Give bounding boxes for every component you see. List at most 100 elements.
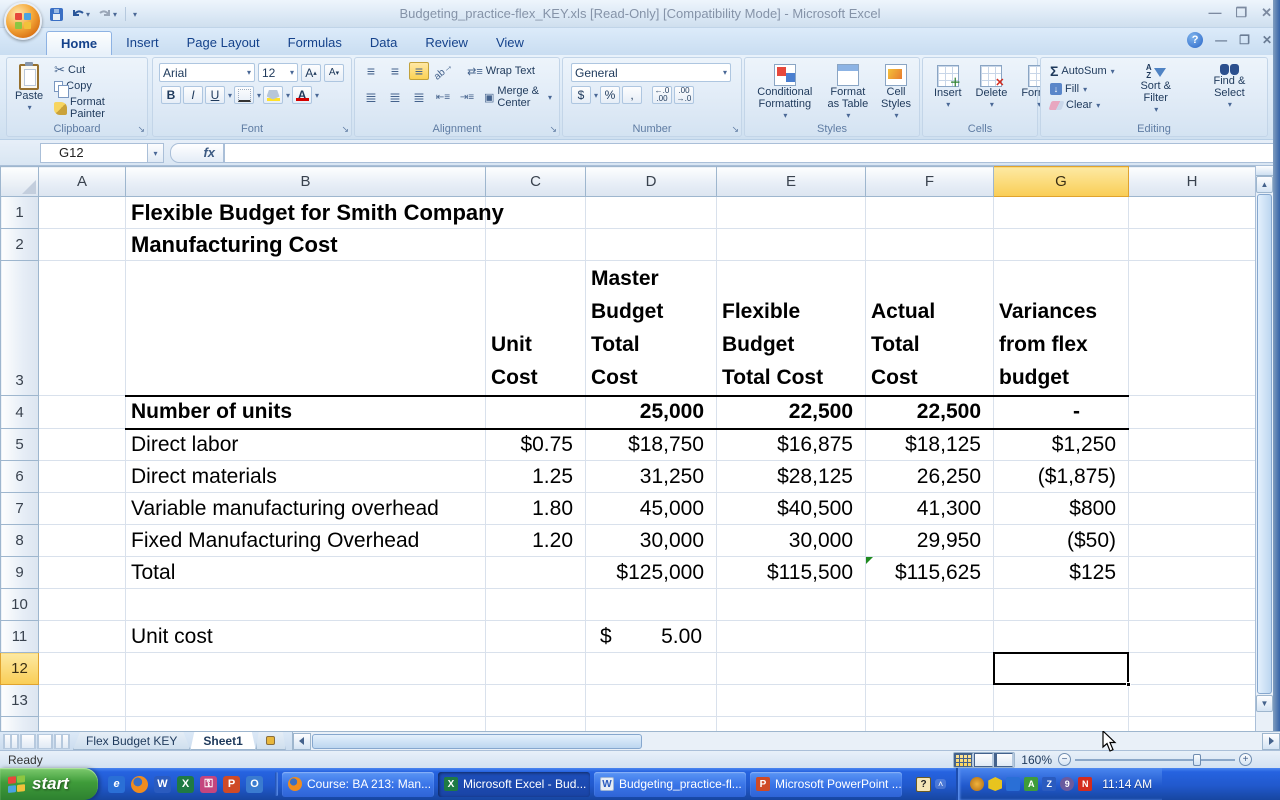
row-header-10[interactable]: 10 [1,589,39,621]
cell-C4[interactable] [486,396,586,429]
cell-F1[interactable] [866,197,994,229]
cell-A4[interactable] [39,396,126,429]
cell-B7[interactable]: Variable manufacturing overhead [126,493,486,525]
cell-B3[interactable] [126,261,486,396]
vertical-scrollbar[interactable]: ▲ ▼ [1255,166,1273,731]
horizontal-scrollbar[interactable] [292,732,1280,750]
cell-H10[interactable] [1129,589,1256,621]
zoom-track[interactable] [1075,759,1235,761]
cell-G5[interactable]: $1,250 [994,429,1129,461]
autosum-button[interactable]: ΣAutoSum▾ [1047,62,1118,80]
prev-sheet-button[interactable] [20,734,36,749]
page-break-view-button[interactable] [994,753,1014,767]
tray-icon-messenger[interactable] [970,777,984,791]
cell-C3[interactable]: Unit Cost [486,261,586,396]
internet-explorer-icon[interactable]: e [108,776,125,793]
tray-icon-n[interactable]: N [1078,777,1092,791]
cell-G6[interactable]: ($1,875) [994,461,1129,493]
row-header-2[interactable]: 2 [1,229,39,261]
cell-G14[interactable] [994,717,1129,732]
cell-A1[interactable] [39,197,126,229]
cell-B4[interactable]: Number of units [126,396,486,429]
cell-C14[interactable] [486,717,586,732]
clear-button[interactable]: Clear▾ [1047,98,1118,112]
excel-icon[interactable]: X [177,776,194,793]
cell-A3[interactable] [39,261,126,396]
cell-A2[interactable] [39,229,126,261]
row-header-14-partial[interactable] [1,717,39,732]
cell-H5[interactable] [1129,429,1256,461]
shrink-font-button[interactable]: A▾ [324,64,344,82]
zoom-thumb[interactable] [1193,754,1201,766]
scroll-right-button[interactable] [1262,733,1280,750]
cell-E5[interactable]: $16,875 [717,429,866,461]
merge-center-button[interactable]: ▣Merge & Center▾ [481,84,555,110]
copy-button[interactable]: Copy [51,79,145,93]
cell-C7[interactable]: 1.80 [486,493,586,525]
cell-E3[interactable]: Flexible Budget Total Cost [717,261,866,396]
cell-E13[interactable] [717,685,866,717]
row-header-9[interactable]: 9 [1,557,39,589]
cell-C13[interactable] [486,685,586,717]
cell-D14[interactable] [586,717,717,732]
zoom-level[interactable]: 160% [1021,753,1052,767]
alignment-dialog-launcher[interactable]: ↘ [549,124,557,135]
cell-H6[interactable] [1129,461,1256,493]
tray-icon-network[interactable] [1006,777,1020,791]
cell-A5[interactable] [39,429,126,461]
close-button[interactable]: ✕ [1261,5,1272,21]
cell-H12[interactable] [1129,653,1256,685]
cell-E1[interactable] [717,197,866,229]
cell-C9[interactable] [486,557,586,589]
align-left-button[interactable]: ≣ [361,88,381,106]
column-header-A[interactable]: A [39,167,126,197]
page-layout-view-button[interactable] [974,753,994,767]
cell-B2[interactable]: Manufacturing Cost [126,229,486,261]
scroll-up-button[interactable]: ▲ [1256,176,1273,193]
cell-C11[interactable] [486,621,586,653]
cell-styles-button[interactable]: Cell Styles▾ [877,62,915,124]
cell-H1[interactable] [1129,197,1256,229]
cell-A7[interactable] [39,493,126,525]
cell-H13[interactable] [1129,685,1256,717]
minimize-button[interactable]: — [1208,5,1221,21]
cell-H8[interactable] [1129,525,1256,557]
cell-B9[interactable]: Total [126,557,486,589]
fill-handle[interactable] [1126,682,1131,687]
bold-button[interactable]: B [161,86,181,104]
font-family-combo[interactable]: Arial▾ [159,63,255,82]
insert-worksheet-button[interactable] [256,732,286,750]
row-header-6[interactable]: 6 [1,461,39,493]
tab-insert[interactable]: Insert [112,31,173,55]
cell-C12[interactable] [486,653,586,685]
cell-B8[interactable]: Fixed Manufacturing Overhead [126,525,486,557]
cell-F6[interactable]: 26,250 [866,461,994,493]
name-box-dropdown[interactable]: ▾ [148,143,164,163]
insert-function-button[interactable]: fx [170,143,224,163]
cell-F14[interactable] [866,717,994,732]
delete-cells-button[interactable]: ✕ Delete▾ [972,63,1012,113]
cell-H3[interactable] [1129,261,1256,396]
cell-C6[interactable]: 1.25 [486,461,586,493]
format-painter-button[interactable]: Format Painter [51,95,145,121]
task-button-powerpoint[interactable]: P Microsoft PowerPoint ... [750,772,902,797]
cell-D3[interactable]: Master Budget Total Cost [586,261,717,396]
cell-G7[interactable]: $800 [994,493,1129,525]
column-header-D[interactable]: D [586,167,717,197]
cell-B10[interactable] [126,589,486,621]
cell-B13[interactable] [126,685,486,717]
cell-F12[interactable] [866,653,994,685]
cell-H14[interactable] [1129,717,1256,732]
workbook-restore-button[interactable]: ❐ [1239,33,1250,47]
cell-D12[interactable] [586,653,717,685]
workbook-close-button[interactable]: ✕ [1262,33,1272,47]
borders-button[interactable] [234,86,254,104]
cut-button[interactable]: ✂Cut [51,62,145,77]
cell-F3[interactable]: Actual Total Cost [866,261,994,396]
language-indicator-icon[interactable]: ? [916,777,931,792]
column-header-H[interactable]: H [1129,167,1256,197]
horizontal-scroll-thumb[interactable] [312,734,642,749]
cell-B5[interactable]: Direct labor [126,429,486,461]
tab-page-layout[interactable]: Page Layout [173,31,274,55]
zoom-in-button[interactable]: + [1239,753,1252,766]
